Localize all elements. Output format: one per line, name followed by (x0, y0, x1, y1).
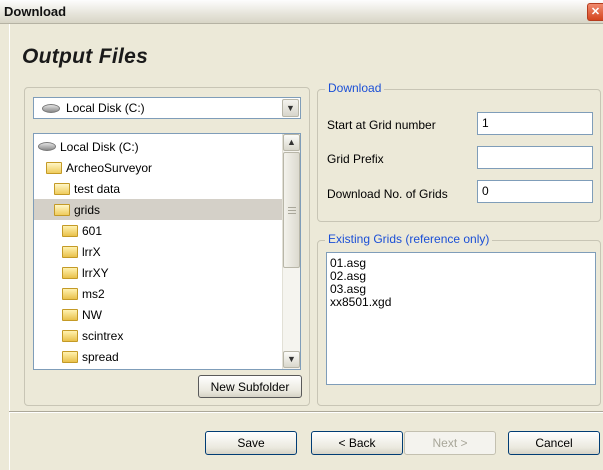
folder-tree[interactable]: Local Disk (C:) ArcheoSurveyor test data… (33, 133, 301, 370)
folder-open-icon (54, 203, 70, 216)
scroll-down-icon[interactable]: ▼ (283, 351, 300, 368)
download-legend: Download (325, 81, 385, 95)
save-button[interactable]: Save (205, 431, 297, 455)
tree-item-spread[interactable]: spread (34, 346, 283, 367)
folder-icon (62, 308, 78, 321)
drive-icon (42, 103, 60, 113)
folder-icon (62, 350, 78, 363)
tree-item-label: Local Disk (C:) (60, 139, 139, 154)
tree-item-label: lrrX (82, 244, 101, 259)
tree-scrollbar[interactable]: ▲ ▼ (282, 134, 300, 369)
title-bar: Download ✕ (0, 0, 603, 24)
tree-item-lrrxy[interactable]: lrrXY (34, 262, 283, 283)
tree-item-lrrx[interactable]: lrrX (34, 241, 283, 262)
folder-open-icon (46, 161, 62, 174)
tree-item-label: lrrXY (82, 265, 109, 280)
tree-item-archeosurveyor[interactable]: ArcheoSurveyor (34, 157, 283, 178)
next-button[interactable]: Next > (404, 431, 496, 455)
scroll-up-icon[interactable]: ▲ (283, 134, 300, 151)
tree-item-grids[interactable]: grids (34, 199, 283, 220)
tree-item-label: test data (74, 181, 121, 196)
folder-icon (62, 329, 78, 342)
folder-icon (62, 287, 78, 300)
start-grid-input[interactable]: 1 (477, 112, 593, 135)
back-button[interactable]: < Back (311, 431, 403, 455)
folder-open-icon (54, 182, 70, 195)
chevron-down-icon[interactable]: ▼ (282, 99, 299, 117)
drive-select-value: Local Disk (C:) (66, 101, 145, 115)
tree-item-label: grids (74, 202, 101, 217)
start-grid-label: Start at Grid number (327, 118, 436, 132)
grid-prefix-input[interactable] (477, 146, 593, 169)
existing-grids-legend: Existing Grids (reference only) (325, 232, 493, 246)
grid-prefix-label: Grid Prefix (327, 152, 384, 166)
folder-icon (62, 266, 78, 279)
tree-item-local-disk[interactable]: Local Disk (C:) (34, 136, 283, 157)
folder-icon (62, 224, 78, 237)
footer-separator (9, 411, 603, 413)
page-title: Output Files (22, 45, 149, 68)
list-item: 02.asg (330, 269, 367, 283)
existing-grids-list[interactable]: 01.asg 02.asg 03.asg xx8501.xgd (326, 252, 596, 385)
tree-item-scintrex[interactable]: scintrex (34, 325, 283, 346)
tree-item-label: spread (82, 349, 119, 364)
tree-item-label: NW (82, 307, 102, 322)
tree-item-label: 601 (82, 223, 103, 238)
list-item: xx8501.xgd (330, 295, 392, 309)
drive-select[interactable]: Local Disk (C:) ▼ (33, 97, 301, 119)
tree-item-label: ArcheoSurveyor (66, 160, 153, 175)
num-grids-label: Download No. of Grids (327, 187, 448, 201)
new-subfolder-button[interactable]: New Subfolder (198, 375, 302, 398)
scroll-thumb[interactable] (283, 152, 300, 268)
tree-item-601[interactable]: 601 (34, 220, 283, 241)
tree-item-label: scintrex (82, 328, 124, 343)
list-item: 01.asg (330, 256, 367, 270)
tree-item-nw[interactable]: NW (34, 304, 283, 325)
tree-item-label: ms2 (82, 286, 105, 301)
tree-item-ms2[interactable]: ms2 (34, 283, 283, 304)
cancel-button[interactable]: Cancel (508, 431, 600, 455)
folder-icon (62, 245, 78, 258)
tree-item-test-data[interactable]: test data (34, 178, 283, 199)
close-icon[interactable]: ✕ (587, 3, 603, 21)
window-title: Download (4, 4, 67, 19)
num-grids-input[interactable]: 0 (477, 180, 593, 203)
drive-icon (38, 142, 56, 151)
